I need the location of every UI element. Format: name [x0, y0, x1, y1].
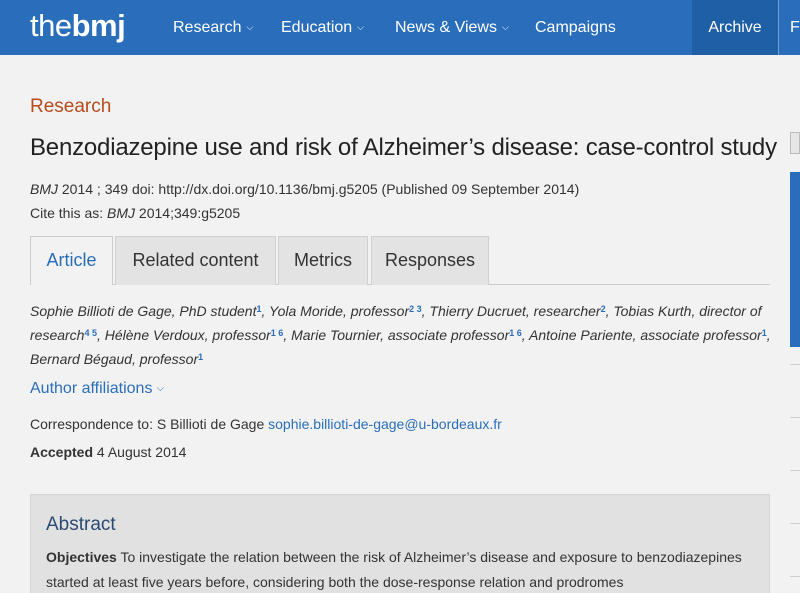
- author-name[interactable]: Yola Moride, professor: [269, 303, 409, 319]
- citation-year-volume: 2014 ; 349 doi:: [58, 181, 159, 197]
- logo-text-the: the: [30, 8, 72, 43]
- author-name[interactable]: Sophie Billioti de Gage, PhD student: [30, 303, 256, 319]
- abstract-objectives: Objectives To investigate the relation b…: [46, 545, 766, 593]
- article-title: Benzodiazepine use and risk of Alzheimer…: [30, 134, 777, 161]
- sidebar-divider: [790, 576, 800, 577]
- objectives-label: Objectives: [46, 549, 117, 565]
- citation-journal: BMJ: [30, 181, 58, 197]
- nav-item-label: Education: [281, 19, 353, 36]
- cite-as-journal: BMJ: [107, 205, 136, 221]
- cite-as-label: Cite this as:: [30, 205, 108, 221]
- logo-text-bmj: bmj: [71, 8, 126, 43]
- tab-metrics[interactable]: Metrics: [278, 236, 368, 285]
- abstract-heading: Abstract: [46, 514, 116, 535]
- sidebar-divider: [790, 417, 800, 418]
- author-name[interactable]: Marie Tournier, associate professor: [291, 327, 509, 343]
- nav-item-label: News & Views: [395, 19, 497, 36]
- author-name[interactable]: Bernard Bégaud, professor: [30, 351, 198, 367]
- chevron-down-icon: ⌵: [246, 22, 254, 32]
- author-affiliation-ref[interactable]: 1 6: [271, 328, 284, 338]
- tab-related-content[interactable]: Related content: [115, 236, 276, 285]
- nav-item-news-views[interactable]: News & Views ⌵: [395, 0, 509, 55]
- sidebar-promo-panel[interactable]: [790, 172, 800, 347]
- top-navigation-bar: thebmj Research ⌵ Education ⌵ News & Views…: [0, 0, 800, 55]
- author-affiliation-ref[interactable]: 2: [601, 304, 606, 314]
- author-affiliation-ref[interactable]: 1: [762, 328, 767, 338]
- accepted-label: Accepted: [30, 444, 94, 460]
- author-affiliation-ref[interactable]: 1: [256, 304, 261, 314]
- chevron-down-icon: ⌵: [501, 22, 509, 32]
- nav-item-education[interactable]: Education ⌵: [281, 0, 364, 55]
- accepted-date: 4 August 2014: [93, 444, 187, 460]
- nav-item-campaigns[interactable]: Campaigns: [535, 0, 616, 55]
- article-section-label[interactable]: Research: [30, 96, 111, 118]
- author-affiliations-toggle[interactable]: Author affiliations ⌵: [30, 380, 164, 398]
- nav-item-archive[interactable]: Archive: [692, 0, 778, 55]
- accepted-date-line: Accepted 4 August 2014: [30, 444, 186, 460]
- nav-item-label: Research: [173, 19, 242, 36]
- cite-as-line: Cite this as: BMJ 2014;349:g5205: [30, 205, 240, 221]
- author-affiliation-ref[interactable]: 2 3: [409, 304, 422, 314]
- author-list: Sophie Billioti de Gage, PhD student1, Y…: [30, 303, 771, 367]
- cite-as-reference: 2014;349:g5205: [135, 205, 241, 221]
- author-affiliations-label: Author affiliations: [30, 380, 153, 397]
- citation-published-date: (Published 09 September 2014): [377, 181, 580, 197]
- chevron-down-icon: ⌵: [357, 22, 364, 32]
- correspondence-line: Correspondence to: S Billioti de Gage so…: [30, 416, 502, 432]
- nav-item-overflow[interactable]: F: [790, 0, 800, 55]
- sidebar-divider: [790, 470, 800, 471]
- sidebar-divider: [790, 364, 800, 365]
- tab-article[interactable]: Article: [30, 236, 113, 285]
- author-affiliation-ref[interactable]: 4 5: [84, 328, 97, 338]
- bmj-logo[interactable]: thebmj: [30, 8, 126, 43]
- objectives-text: To investigate the relation between the …: [46, 549, 742, 590]
- sidebar-widget-icon[interactable]: [790, 132, 800, 154]
- correspondence-label: Correspondence to: S Billioti de Gage: [30, 416, 269, 432]
- citation-doi[interactable]: http://dx.doi.org/10.1136/bmj.g5205: [158, 181, 377, 197]
- author-affiliation-ref[interactable]: 1: [198, 352, 203, 362]
- citation-line: BMJ 2014 ; 349 doi: http://dx.doi.org/10…: [30, 181, 579, 197]
- chevron-down-icon: ⌵: [156, 383, 165, 394]
- author-name[interactable]: Hélène Verdoux, professor: [105, 327, 271, 343]
- nav-item-research[interactable]: Research ⌵: [173, 0, 253, 55]
- tab-responses[interactable]: Responses: [371, 236, 489, 285]
- right-sidebar-edge: [790, 132, 800, 593]
- correspondence-email-link[interactable]: sophie.billioti-de-gage@u-bordeaux.fr: [268, 416, 502, 432]
- abstract-box: Abstract Objectives To investigate the r…: [30, 494, 770, 593]
- author-name[interactable]: Thierry Ducruet, researcher: [429, 303, 600, 319]
- nav-item-label: Campaigns: [535, 19, 616, 36]
- sidebar-divider: [790, 523, 800, 524]
- author-name[interactable]: Antoine Pariente, associate professor: [529, 327, 762, 343]
- author-affiliation-ref[interactable]: 1 6: [509, 328, 522, 338]
- nav-divider: [778, 0, 779, 55]
